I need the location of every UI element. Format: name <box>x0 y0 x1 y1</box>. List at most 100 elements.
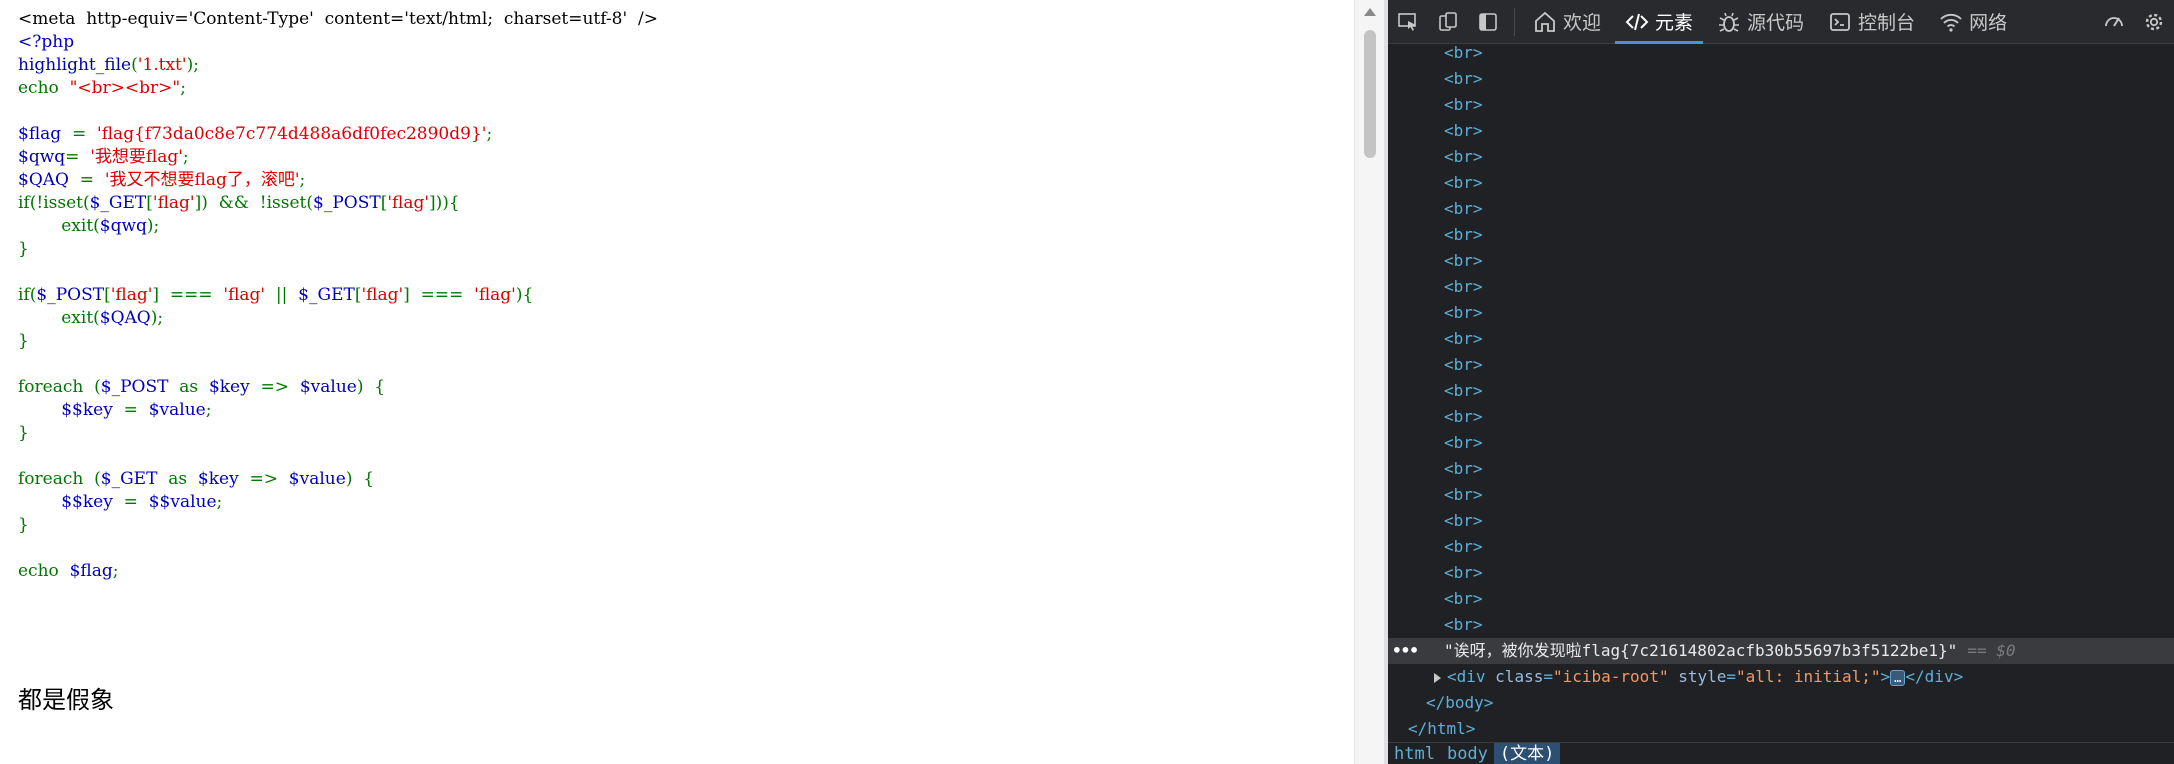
source-token: ; <box>180 78 186 98</box>
source-token: ) { <box>356 377 386 397</box>
br-tag: <br> <box>1444 121 1483 140</box>
page-output-text: 都是假象 <box>18 686 114 714</box>
source-token: <?php <box>18 32 75 52</box>
source-token: $key <box>197 469 250 489</box>
dom-br-node[interactable]: <br> <box>1388 508 2174 534</box>
source-token: ]) && !isset( <box>194 193 313 213</box>
source-token: 'flag' <box>152 193 195 213</box>
settings-gear-icon[interactable] <box>2134 0 2174 44</box>
source-line <box>18 261 658 284</box>
source-token: $_GET <box>100 469 169 489</box>
dom-br-node[interactable]: <br> <box>1388 222 2174 248</box>
source-line: echo "<br><br>"; <box>18 77 658 100</box>
collapsed-content-button[interactable]: … <box>1890 669 1906 686</box>
dom-div-iciba[interactable]: <div class="iciba-root" style="all: init… <box>1388 664 2174 690</box>
source-token: $_POST <box>313 193 381 213</box>
source-token: if(!isset( <box>18 193 90 213</box>
source-token: as <box>168 469 198 489</box>
scroll-up-arrow-icon[interactable] <box>1364 8 1376 16</box>
source-token: $key <box>208 377 261 397</box>
source-token: foreach <box>18 377 95 397</box>
source-token: echo <box>18 561 70 581</box>
dom-br-node[interactable]: <br> <box>1388 482 2174 508</box>
dom-br-node[interactable]: <br> <box>1388 118 2174 144</box>
br-tag: <br> <box>1444 147 1483 166</box>
performance-icon[interactable] <box>2094 0 2134 44</box>
source-token: $flag <box>18 124 72 144</box>
dom-br-node[interactable]: <br> <box>1388 456 2174 482</box>
source-line <box>18 445 658 468</box>
source-token: 'flag' <box>387 193 430 213</box>
toolbar-separator <box>1514 7 1515 36</box>
dom-body-close[interactable]: </body> <box>1388 690 2174 716</box>
source-token: $value <box>288 469 346 489</box>
dom-br-node[interactable]: <br> <box>1388 300 2174 326</box>
br-tag: <br> <box>1444 459 1483 478</box>
breadcrumb-body[interactable]: body <box>1441 743 1494 764</box>
devtools-toolbar: 欢迎 元素 源代码 控制台 网络 <box>1388 0 2174 44</box>
dom-br-node[interactable]: <br> <box>1388 560 2174 586</box>
dom-br-node[interactable]: <br> <box>1388 144 2174 170</box>
source-token: } <box>18 423 29 443</box>
dom-br-node[interactable]: <br> <box>1388 170 2174 196</box>
br-tag: <br> <box>1444 433 1483 452</box>
source-line: } <box>18 422 658 445</box>
dom-br-node[interactable]: <br> <box>1388 326 2174 352</box>
source-line: if(!isset($_GET['flag']) && !isset($_POS… <box>18 192 658 215</box>
source-token: '1.txt' <box>137 55 187 75</box>
br-tag: <br> <box>1444 615 1483 634</box>
tab-1[interactable]: 欢迎 <box>1521 0 1613 44</box>
device-emulation-icon[interactable] <box>1428 0 1468 44</box>
dock-side-icon[interactable] <box>1468 0 1508 44</box>
dom-br-node[interactable]: <br> <box>1388 612 2174 638</box>
source-token: 'flag' <box>361 285 404 305</box>
dom-html-close[interactable]: </html> <box>1388 716 2174 742</box>
source-token: } <box>18 331 29 351</box>
breadcrumb-html[interactable]: html <box>1388 743 1441 764</box>
tab-3[interactable]: 源代码 <box>1705 0 1816 44</box>
source-token: $_POST <box>36 285 105 305</box>
source-token: || <box>265 285 299 305</box>
dom-br-node[interactable]: <br> <box>1388 404 2174 430</box>
dom-br-node[interactable]: <br> <box>1388 378 2174 404</box>
source-token: exit( <box>18 308 100 328</box>
tab-2[interactable]: 元素 <box>1613 0 1705 44</box>
br-tag: <br> <box>1444 303 1483 322</box>
page-viewport: <meta http-equiv='Content-Type' content=… <box>0 0 1354 764</box>
dom-text-node-selected[interactable]: ••• "诶呀，被你发现啦flag{7c21614802acfb30b55697… <box>1388 638 2174 664</box>
source-line: } <box>18 514 658 537</box>
dom-br-node[interactable]: <br> <box>1388 534 2174 560</box>
page-scrollbar[interactable] <box>1354 0 1384 764</box>
toolbar-right-icons <box>2094 0 2174 44</box>
breadcrumb-text[interactable]: (文本) <box>1493 742 1561 764</box>
inspect-element-icon[interactable] <box>1388 0 1428 44</box>
tab-4[interactable]: 控制台 <box>1816 0 1927 44</box>
dom-br-node[interactable]: <br> <box>1388 352 2174 378</box>
source-token: 'flag' <box>223 285 266 305</box>
dom-br-node[interactable]: <br> <box>1388 274 2174 300</box>
breadcrumb: html body (文本) <box>1388 742 2174 764</box>
source-line: foreach ($_GET as $key => $value) { <box>18 468 658 491</box>
dom-br-node[interactable]: <br> <box>1388 66 2174 92</box>
br-tag: <br> <box>1444 355 1483 374</box>
source-token <box>18 400 61 420</box>
dom-br-node[interactable]: <br> <box>1388 40 2174 66</box>
source-token: $qwq <box>99 216 147 236</box>
source-line: $$key = $$value; <box>18 491 658 514</box>
more-actions-dots-icon[interactable]: ••• <box>1392 638 1419 664</box>
dom-br-node[interactable]: <br> <box>1388 196 2174 222</box>
selected-marker: == $0 <box>1967 641 2016 660</box>
console-icon <box>1828 10 1858 34</box>
source-token: ( <box>94 377 101 397</box>
source-token: ; <box>182 147 189 167</box>
dom-br-node[interactable]: <br> <box>1388 586 2174 612</box>
scrollbar-thumb[interactable] <box>1364 30 1376 158</box>
expand-triangle-icon[interactable] <box>1434 672 1441 683</box>
tab-label: 元素 <box>1655 12 1694 34</box>
tab-5[interactable]: 网络 <box>1927 0 2019 44</box>
dom-br-node[interactable]: <br> <box>1388 430 2174 456</box>
br-tag: <br> <box>1444 589 1483 608</box>
dom-br-node[interactable]: <br> <box>1388 248 2174 274</box>
source-token: '我想要flag' <box>90 147 183 167</box>
dom-br-node[interactable]: <br> <box>1388 92 2174 118</box>
